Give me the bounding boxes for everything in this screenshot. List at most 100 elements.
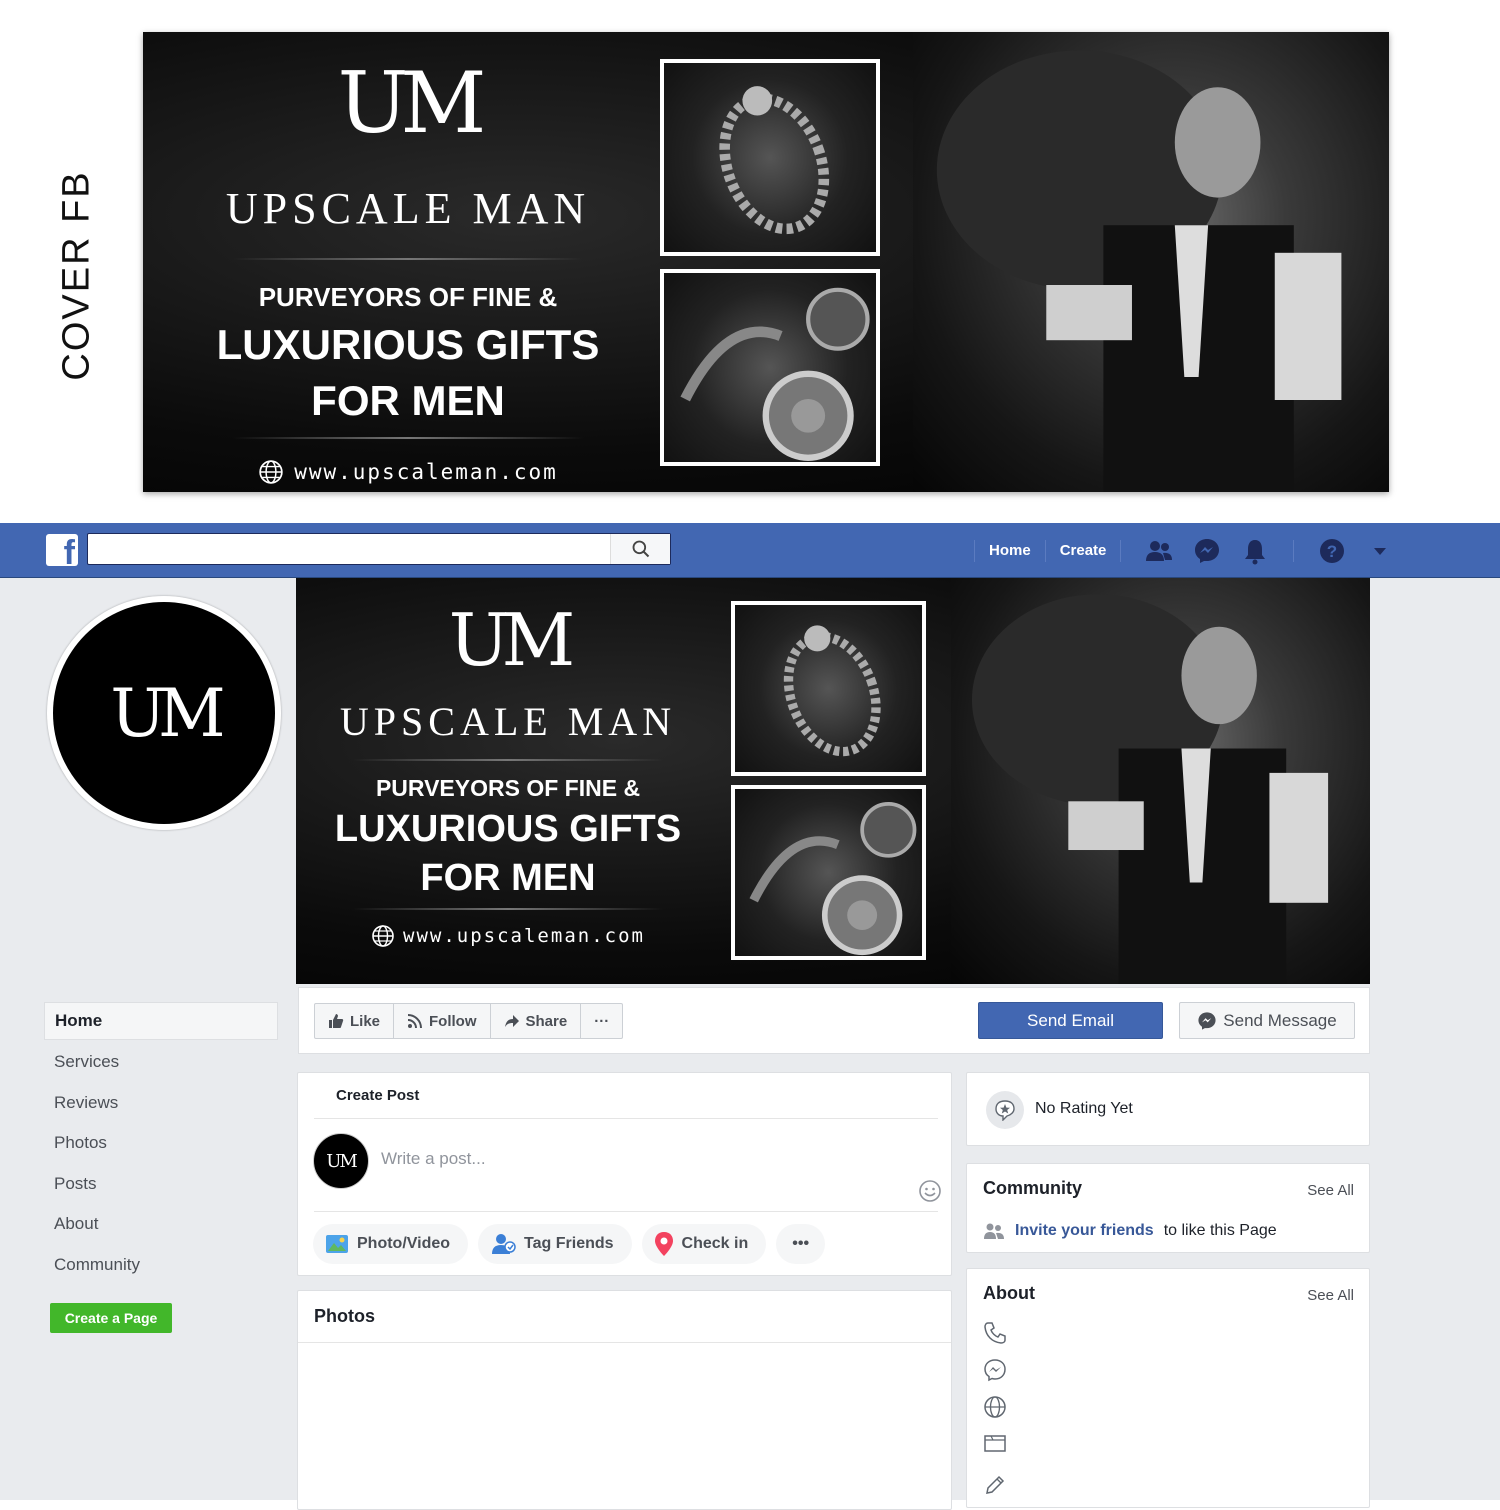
website-url-text: www.upscaleman.com — [294, 460, 558, 484]
share-label: Share — [525, 1012, 568, 1030]
nav-separator — [1293, 539, 1295, 562]
community-title: Community — [983, 1178, 1082, 1198]
notifications-icon[interactable] — [1240, 536, 1270, 566]
search-icon — [632, 540, 649, 558]
more-post-options-label: ••• — [792, 1235, 810, 1252]
divider — [353, 759, 663, 761]
left-nav-about[interactable]: About — [44, 1204, 278, 1245]
website-url: www.upscaleman.com — [258, 459, 558, 485]
profile-logo-mark: UM — [110, 674, 225, 752]
left-nav-community[interactable]: Community — [44, 1245, 278, 1286]
facebook-top-bar: f Home Create ? — [0, 523, 1500, 578]
avatar: UM — [313, 1133, 369, 1189]
left-nav-reviews[interactable]: Reviews — [44, 1083, 278, 1124]
thumbs-up-icon — [329, 1014, 344, 1028]
divider — [353, 908, 663, 910]
check-in-label: Check in — [681, 1235, 749, 1252]
nav-home[interactable]: Home — [989, 542, 1031, 559]
nav-separator — [1120, 539, 1122, 562]
cover-fb-label: COVER FB — [52, 170, 102, 380]
divider — [233, 258, 583, 260]
nav-separator — [974, 539, 975, 562]
left-nav-posts[interactable]: Posts — [44, 1164, 278, 1205]
create-post-panel: Create Post UM Write a post... Photo/Vid… — [297, 1072, 952, 1276]
tagline-line-1: PURVEYORS OF FINE & — [258, 282, 558, 312]
facebook-logo-glyph: f — [63, 534, 75, 572]
globe-icon — [259, 460, 283, 484]
tag-friends-label: Tag Friends — [524, 1235, 614, 1252]
write-post-input[interactable]: Write a post... — [381, 1149, 486, 1169]
tag-friends-icon — [492, 1234, 516, 1254]
edit-icon[interactable] — [983, 1473, 1007, 1497]
like-button[interactable]: Like — [315, 1004, 395, 1038]
brand-name: UPSCALE MAN — [225, 184, 591, 233]
help-icon[interactable]: ? — [1317, 536, 1347, 566]
tag-friends-button[interactable]: Tag Friends — [478, 1224, 632, 1264]
brand-block: UM UPSCALE MAN PURVEYORS OF FINE & LUXUR… — [326, 600, 690, 948]
page-left-nav: Home Services Reviews Photos Posts About… — [44, 1002, 278, 1285]
page-cover-photo[interactable]: UM UPSCALE MAN PURVEYORS OF FINE & LUXUR… — [296, 578, 1370, 984]
send-message-label: Send Message — [1223, 1010, 1337, 1030]
messenger-icon[interactable] — [1192, 536, 1222, 566]
cufflinks-photo — [660, 269, 880, 466]
share-icon — [504, 1015, 519, 1027]
brand-block: UM UPSCALE MAN PURVEYORS OF FINE & LUXUR… — [203, 57, 613, 485]
about-see-all-link[interactable]: See All — [1307, 1287, 1354, 1304]
cover-preview-standalone: UM UPSCALE MAN PURVEYORS OF FINE & LUXUR… — [143, 32, 1389, 492]
photo-video-label: Photo/Video — [357, 1235, 451, 1252]
left-nav-home[interactable]: Home — [44, 1002, 278, 1040]
svg-text:?: ? — [1327, 542, 1337, 561]
more-post-options-button[interactable]: ••• — [776, 1224, 826, 1264]
messenger-icon — [1198, 1011, 1216, 1030]
left-nav-photos[interactable]: Photos — [44, 1123, 278, 1164]
invite-friends-text: to like this Page — [1163, 1222, 1277, 1239]
globe-icon — [372, 925, 394, 947]
check-in-button[interactable]: Check in — [641, 1224, 767, 1264]
model-photo — [913, 32, 1389, 492]
invite-friends-icon — [984, 1223, 1004, 1239]
profile-picture[interactable]: UM — [47, 596, 281, 830]
photo-video-button[interactable]: Photo/Video — [313, 1224, 469, 1264]
emoji-icon[interactable] — [918, 1179, 942, 1203]
tagline-line-1: PURVEYORS OF FINE & — [375, 775, 641, 801]
more-actions-button[interactable]: ··· — [581, 1004, 622, 1038]
left-nav-services[interactable]: Services — [44, 1042, 278, 1083]
facebook-logo-icon[interactable]: f — [46, 534, 78, 570]
create-post-actions: Photo/Video Tag Friends Check in ••• — [313, 1224, 826, 1264]
photos-panel: Photos — [297, 1290, 952, 1510]
send-message-button[interactable]: Send Message — [1179, 1002, 1355, 1039]
rating-text: No Rating Yet — [1035, 1100, 1133, 1117]
dropdown-icon[interactable] — [1365, 536, 1395, 566]
search-input[interactable] — [87, 533, 671, 565]
create-post-title: Create Post — [314, 1073, 938, 1119]
friends-icon[interactable] — [1144, 536, 1174, 566]
rss-icon — [407, 1014, 423, 1029]
create-page-button[interactable]: Create a Page — [50, 1303, 172, 1333]
logo-mark: UM — [337, 54, 487, 152]
cufflinks-photo — [731, 785, 926, 960]
rating-icon — [986, 1091, 1024, 1129]
tagline-line-2: LUXURIOUS GIFTS — [216, 321, 600, 368]
brand-name: UPSCALE MAN — [339, 699, 677, 744]
tagline-line-2: LUXURIOUS GIFTS — [334, 808, 682, 850]
invite-friends-row: Invite your friends to like this Page — [983, 1222, 1277, 1240]
about-panel: About See All — [966, 1268, 1370, 1508]
bracelet-photo — [660, 59, 880, 256]
nav-create[interactable]: Create — [1060, 542, 1107, 559]
like-label: Like — [350, 1012, 381, 1030]
community-panel: Community See All Invite your friends to… — [966, 1163, 1370, 1253]
avatar-mark: UM — [326, 1150, 358, 1172]
share-button[interactable]: Share — [491, 1004, 582, 1038]
community-see-all-link[interactable]: See All — [1307, 1182, 1354, 1199]
search-button[interactable] — [610, 534, 670, 564]
tagline-line-3: FOR MEN — [311, 377, 505, 424]
photo-icon — [326, 1235, 348, 1253]
invite-friends-link[interactable]: Invite your friends — [1015, 1222, 1154, 1240]
globe-icon — [984, 1396, 1006, 1418]
location-pin-icon — [654, 1232, 673, 1256]
send-email-button[interactable]: Send Email — [978, 1002, 1163, 1039]
page-action-bar: Like Follow Share ··· Send Email Send Me… — [298, 987, 1370, 1054]
top-nav: Home Create ? — [960, 523, 1404, 578]
divider — [314, 1211, 938, 1212]
follow-button[interactable]: Follow — [394, 1004, 491, 1038]
